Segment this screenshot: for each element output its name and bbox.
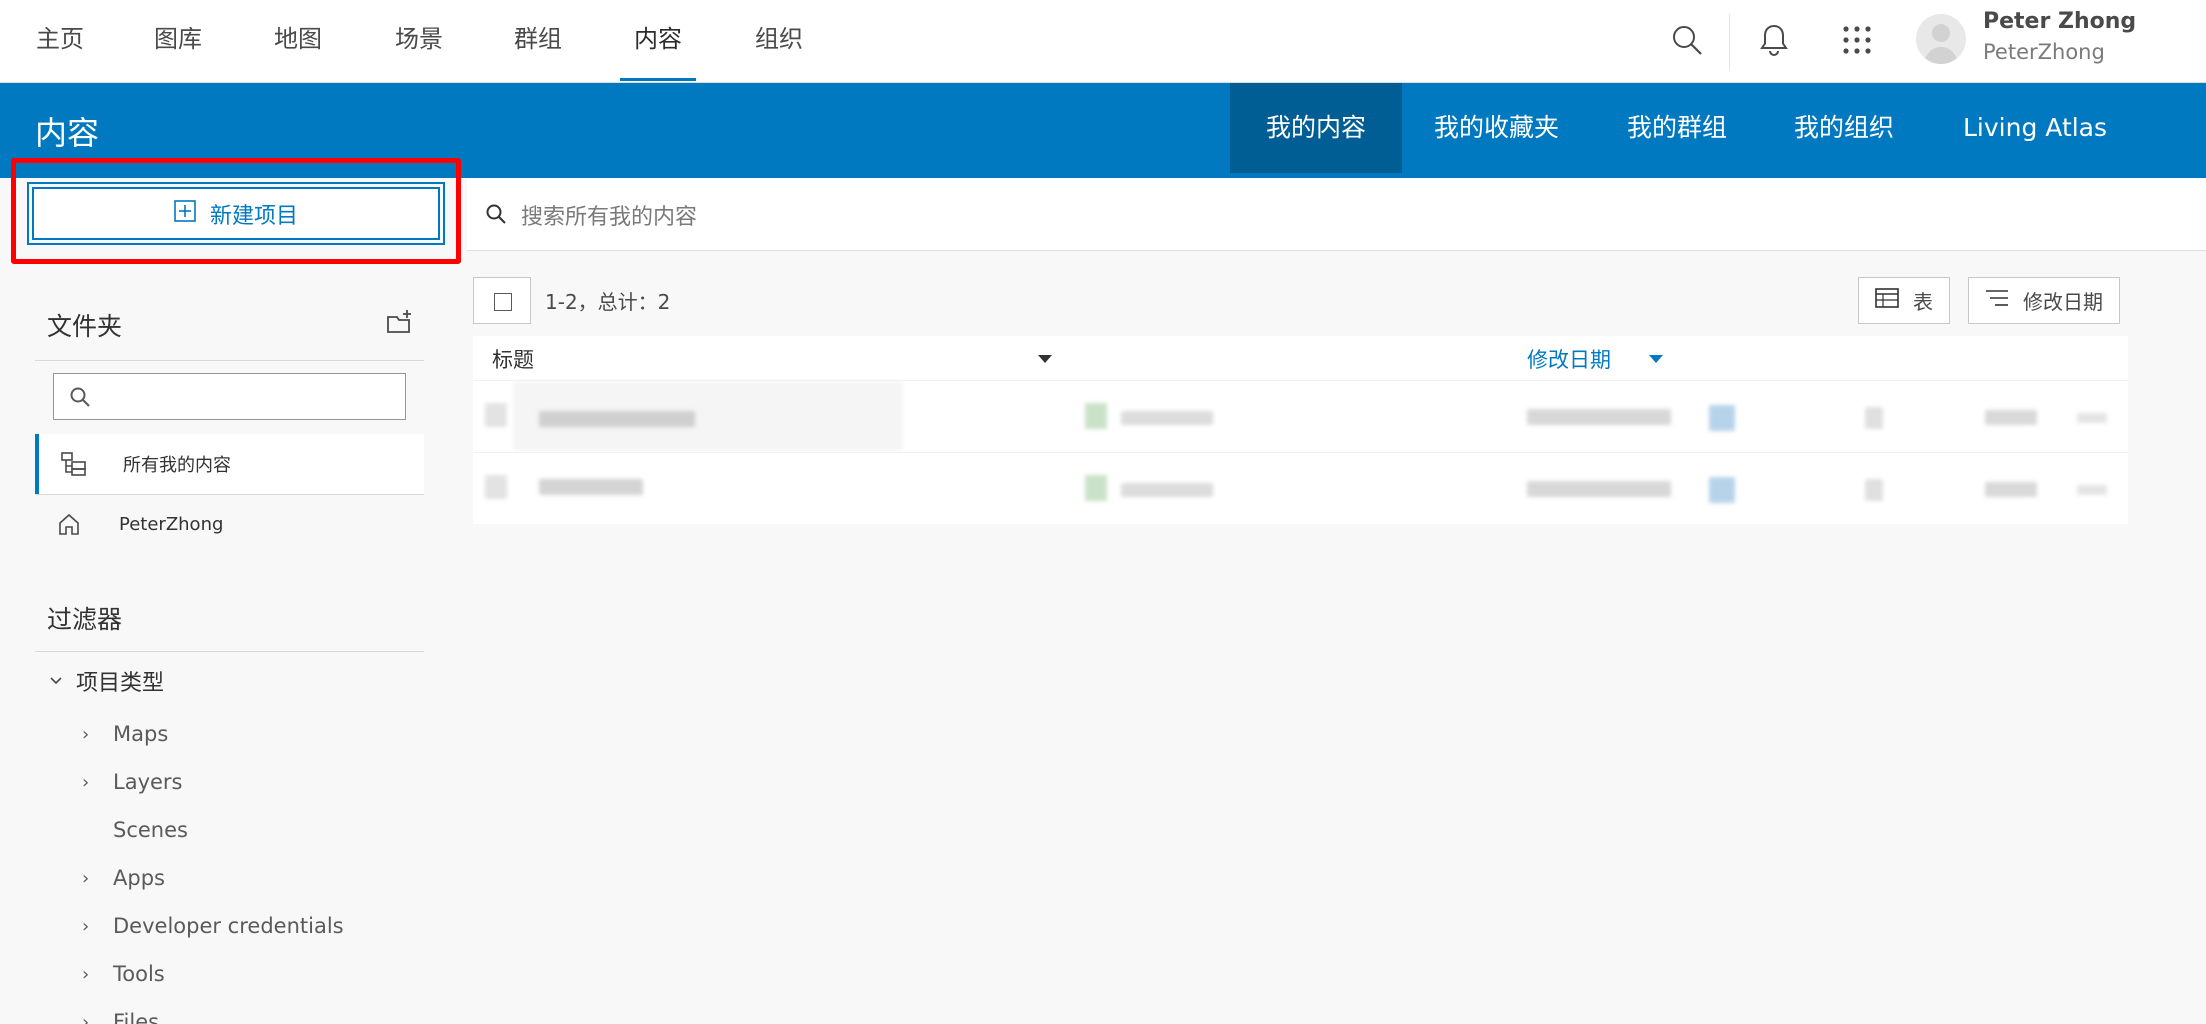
nav-item-scene[interactable]: 场景 xyxy=(395,0,443,83)
avatar[interactable] xyxy=(1916,14,1966,64)
table-view-button[interactable]: 表 xyxy=(1858,277,1950,324)
folder-item-label: PeterZhong xyxy=(119,513,224,535)
table-header: 标题 修改日期 xyxy=(473,336,2128,380)
tab-living-atlas[interactable]: Living Atlas xyxy=(1927,83,2143,173)
filter-item-maps[interactable]: Maps xyxy=(113,722,168,746)
filters-divider xyxy=(35,651,424,652)
nav-item-groups[interactable]: 群组 xyxy=(514,0,562,83)
filter-group-label: 项目类型 xyxy=(76,671,165,696)
caret-down-icon[interactable] xyxy=(1038,355,1052,363)
row-checkbox[interactable] xyxy=(485,403,507,427)
nav-item-map[interactable]: 地图 xyxy=(274,0,322,83)
sort-desc-icon[interactable] xyxy=(1649,355,1663,363)
nav-divider xyxy=(1729,14,1730,70)
filter-item-scenes[interactable]: Scenes xyxy=(113,818,188,842)
row-size-redacted xyxy=(1985,482,2037,497)
chevron-right-icon[interactable]: › xyxy=(82,1012,89,1024)
row-actions-redacted[interactable] xyxy=(2077,413,2107,423)
home-icon xyxy=(57,512,81,541)
row-size-redacted xyxy=(1985,410,2037,425)
select-all-checkbox[interactable] xyxy=(473,277,531,324)
chevron-down-icon xyxy=(48,669,64,694)
user-username[interactable]: PeterZhong xyxy=(1983,40,2105,64)
item-type-icon xyxy=(1085,475,1107,501)
sort-icon xyxy=(1985,288,2009,313)
checkbox-box xyxy=(494,293,512,311)
tab-my-organization[interactable]: 我的组织 xyxy=(1758,83,1930,173)
new-item-button[interactable]: 新建项目 xyxy=(27,182,445,245)
bell-icon[interactable] xyxy=(1754,20,1794,60)
folder-item-all-content[interactable]: 所有我的内容 xyxy=(35,434,424,494)
filter-item-developer-credentials[interactable]: Developer credentials xyxy=(113,914,344,938)
table-view-label: 表 xyxy=(1913,290,1933,314)
sort-label: 修改日期 xyxy=(2023,290,2103,314)
search-icon[interactable] xyxy=(1667,20,1707,60)
folder-item-peterzhong[interactable]: PeterZhong xyxy=(35,494,424,554)
content-search-input[interactable]: 搜索所有我的内容 xyxy=(467,178,2206,251)
table-icon xyxy=(1875,288,1899,313)
filter-group-item-type[interactable]: 项目类型 xyxy=(48,665,164,697)
chevron-right-icon[interactable]: › xyxy=(82,964,89,985)
folders-title: 文件夹 xyxy=(47,312,123,341)
item-type-icon xyxy=(1085,403,1107,429)
search-icon xyxy=(69,386,91,412)
chevron-right-icon[interactable]: › xyxy=(82,916,89,937)
tab-my-groups[interactable]: 我的群组 xyxy=(1591,83,1763,173)
row-checkbox[interactable] xyxy=(485,475,507,499)
chevron-right-icon[interactable]: › xyxy=(82,868,89,889)
add-folder-icon[interactable] xyxy=(385,307,415,337)
top-navigation: 主页 图库 地图 场景 群组 内容 组织 Peter Zhong PeterZh… xyxy=(0,0,2206,83)
column-title[interactable]: 标题 xyxy=(492,344,534,374)
user-name[interactable]: Peter Zhong xyxy=(1983,9,2136,34)
apps-grid-icon[interactable] xyxy=(1837,20,1877,60)
folder-search-input[interactable] xyxy=(53,373,406,420)
row-title-redacted[interactable] xyxy=(539,479,643,495)
table-row[interactable] xyxy=(473,380,2128,452)
folder-tree-icon xyxy=(61,452,87,481)
nav-item-organization[interactable]: 组织 xyxy=(755,0,803,83)
chevron-right-icon[interactable]: › xyxy=(82,772,89,793)
filter-item-apps[interactable]: Apps xyxy=(113,866,165,890)
filters-title: 过滤器 xyxy=(47,605,123,634)
row-actions-redacted[interactable] xyxy=(2077,485,2107,495)
results-count: 1-2，总计：2 xyxy=(545,290,671,314)
search-icon xyxy=(485,203,507,229)
tab-my-favorites[interactable]: 我的收藏夹 xyxy=(1398,83,1595,173)
row-date-redacted xyxy=(1527,481,1671,497)
column-modified[interactable]: 修改日期 xyxy=(1527,344,1611,374)
row-type-redacted xyxy=(1121,411,1213,425)
filter-item-files[interactable]: Files xyxy=(113,1010,159,1024)
new-item-label: 新建项目 xyxy=(209,203,298,229)
share-icon xyxy=(1709,477,1735,503)
row-owner-redacted xyxy=(1865,479,1883,501)
nav-item-content[interactable]: 内容 xyxy=(620,0,696,83)
tab-my-content[interactable]: 我的内容 xyxy=(1230,83,1403,173)
filter-item-layers[interactable]: Layers xyxy=(113,770,183,794)
page-title: 内容 xyxy=(35,114,100,152)
folder-item-label: 所有我的内容 xyxy=(123,455,231,476)
nav-item-home[interactable]: 主页 xyxy=(36,0,84,83)
nav-item-gallery[interactable]: 图库 xyxy=(154,0,202,83)
share-icon xyxy=(1709,405,1735,431)
row-title-redacted[interactable] xyxy=(539,411,695,427)
table-row[interactable] xyxy=(473,452,2128,524)
sort-button[interactable]: 修改日期 xyxy=(1968,277,2120,324)
filter-item-tools[interactable]: Tools xyxy=(113,962,165,986)
folders-divider xyxy=(35,360,424,361)
chevron-right-icon[interactable]: › xyxy=(82,724,89,745)
row-type-redacted xyxy=(1121,483,1213,497)
plus-square-icon xyxy=(174,199,196,228)
row-owner-redacted xyxy=(1865,407,1883,429)
search-placeholder: 搜索所有我的内容 xyxy=(521,205,698,230)
row-date-redacted xyxy=(1527,409,1671,425)
